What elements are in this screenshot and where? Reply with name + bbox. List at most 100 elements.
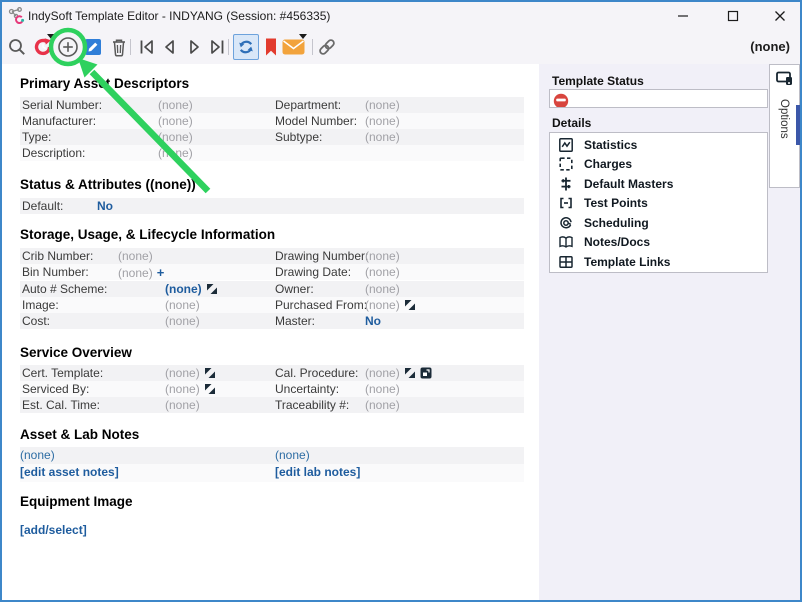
goto-icon[interactable] [404,299,416,311]
add-button[interactable] [56,35,80,59]
details-item-default-masters[interactable]: Default Masters [550,174,767,194]
field-value: (none) [365,249,400,263]
edit-asset-notes-link[interactable]: [edit asset notes] [20,465,119,479]
field-label: Purchased From: [275,298,367,312]
template-status-bar [549,89,768,108]
maximize-button[interactable] [716,2,750,30]
open-window-icon[interactable] [420,367,432,379]
add-bin-icon[interactable]: + [157,265,165,280]
history-dropdown-caret[interactable] [47,34,55,39]
field-label: Manufacturer: [22,114,96,128]
template-status-heading: Template Status [552,74,644,88]
options-tab-label: Options [778,99,790,139]
minimize-button[interactable] [666,2,700,30]
field-label: Department: [275,98,341,112]
field-label: Image: [22,298,59,312]
master-toggle-value[interactable]: No [365,314,381,328]
history-button[interactable] [31,35,55,59]
edit-button[interactable] [81,35,105,59]
details-item-template-links[interactable]: Template Links [550,252,767,272]
app-window: IndySoft Template Editor - INDYANG (Sess… [0,0,802,602]
field-row: Est. Cal. Time: (none) Traceability #: (… [20,397,524,413]
section-title-notes: Asset & Lab Notes [20,427,139,442]
details-item-label: Default Masters [584,177,673,191]
asset-notes-value: (none) [20,448,55,462]
toolbar-separator [312,39,313,55]
field-value: (none) [165,298,200,312]
field-row: Bin Number: (none) + Drawing Date: (none… [20,264,524,280]
field-label: Cost: [22,314,50,328]
section-title-service: Service Overview [20,345,132,360]
previous-record-button[interactable] [157,35,181,59]
details-item-notes-docs[interactable]: Notes/Docs [550,233,767,253]
close-button[interactable] [763,2,797,30]
field-label: Cert. Template: [22,366,103,380]
link-button[interactable] [315,35,339,59]
field-row: Serviced By: (none) Uncertainty: (none) [20,381,524,397]
field-value: (none) [365,114,400,128]
right-panel: Template Status Details Statistics Charg… [539,64,800,600]
email-button[interactable] [280,35,306,59]
search-button[interactable] [5,35,29,59]
edit-lab-notes-link[interactable]: [edit lab notes] [275,465,360,479]
section-title-image: Equipment Image [20,494,133,509]
field-label: Serial Number: [22,98,102,112]
template-links-icon [558,254,574,270]
details-item-label: Statistics [584,138,637,152]
field-label: Default: [22,199,63,213]
field-row: Crib Number: (none) Drawing Number: (non… [20,248,524,264]
field-label: Uncertainty: [275,382,339,396]
first-record-button[interactable] [135,35,159,59]
field-value: (none) [158,98,193,112]
details-heading: Details [552,116,591,130]
field-row: Serial Number: (none) Department: (none) [20,97,524,113]
field-label: Bin Number: [22,265,89,279]
email-dropdown-caret[interactable] [299,34,307,39]
add-select-image-link[interactable]: [add/select] [20,523,87,537]
field-value: (none) [158,146,193,160]
last-record-button[interactable] [205,35,229,59]
field-label: Owner: [275,282,314,296]
docked-panel-edge[interactable] [796,105,801,145]
toolbar-separator [130,39,131,55]
details-item-test-points[interactable]: Test Points [550,194,767,214]
field-label: Description: [22,146,85,160]
delete-button[interactable] [107,35,131,59]
details-item-scheduling[interactable]: Scheduling [550,213,767,233]
field-label: Type: [22,130,51,144]
field-label: Subtype: [275,130,322,144]
details-list: Statistics Charges Default Masters Test … [549,132,768,273]
field-label: Model Number: [275,114,357,128]
next-record-button[interactable] [183,35,207,59]
field-value: (none) [365,398,400,412]
details-item-label: Scheduling [584,216,649,230]
statistics-icon [558,137,574,153]
default-toggle-value[interactable]: No [97,199,113,213]
field-value: (none) [165,398,200,412]
notes-docs-icon [558,234,574,250]
goto-icon[interactable] [404,367,416,379]
details-item-label: Template Links [584,255,670,269]
field-label: Cal. Procedure: [275,366,358,380]
auto-scheme-link[interactable]: (none) [165,282,202,296]
details-item-label: Charges [584,157,632,171]
field-label: Crib Number: [22,249,93,263]
field-value: (none) [365,382,400,396]
field-row: Cost: (none) Master: No [20,313,524,329]
field-value: (none) [365,298,400,312]
details-item-charges[interactable]: Charges [550,155,767,175]
scheduling-icon [558,215,574,231]
goto-icon[interactable] [206,283,218,295]
goto-icon[interactable] [204,367,216,379]
details-item-label: Notes/Docs [584,235,650,249]
title-bar[interactable]: IndySoft Template Editor - INDYANG (Sess… [2,2,800,30]
template-summary-pane: Primary Asset Descriptors Serial Number:… [2,64,537,600]
notes-value-row: (none) (none) [20,447,524,464]
goto-icon[interactable] [204,383,216,395]
refresh-button[interactable] [233,34,259,60]
field-value: (none) [365,366,400,380]
default-masters-icon [558,176,574,192]
devices-icon [776,71,793,86]
details-item-statistics[interactable]: Statistics [550,135,767,155]
details-item-label: Test Points [584,196,648,210]
